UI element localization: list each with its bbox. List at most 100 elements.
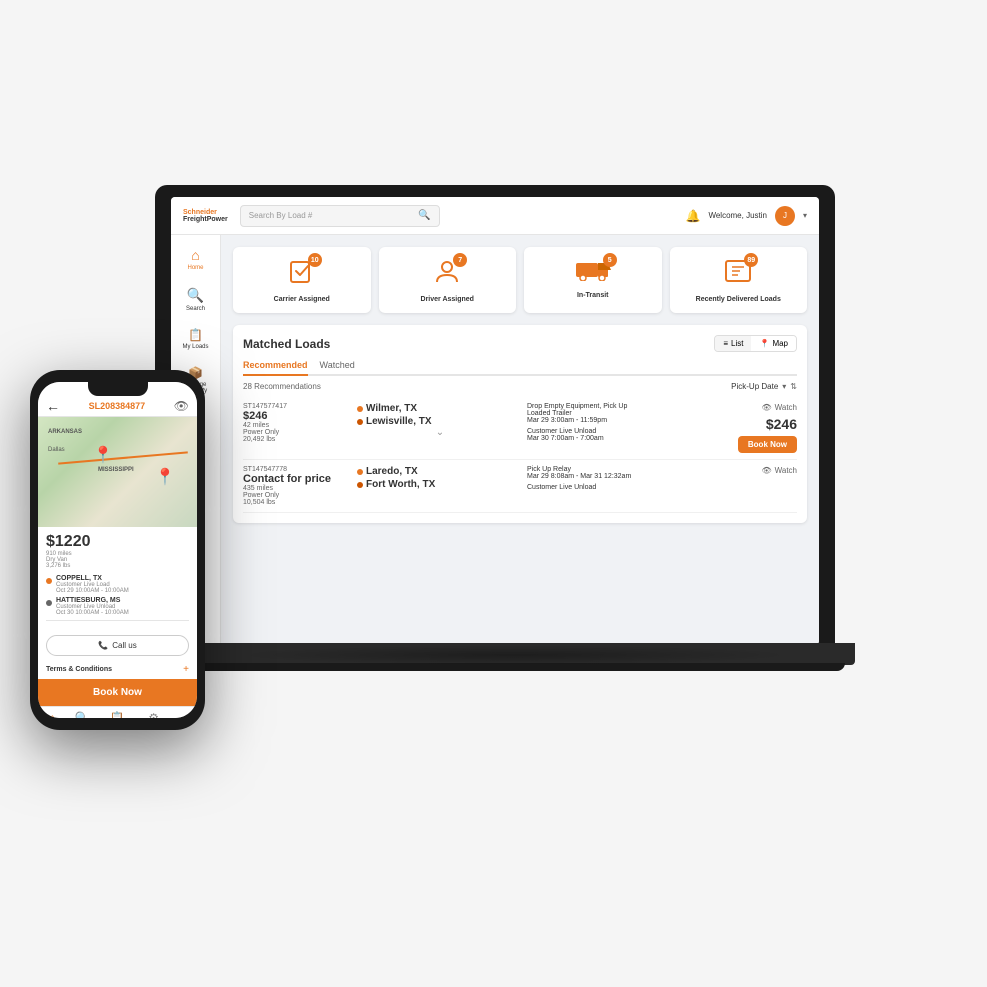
phone-load-id: SL208384877 xyxy=(89,401,146,411)
expand-icon[interactable]: ⌄ xyxy=(357,427,523,438)
map-state-label3: Dallas xyxy=(48,447,65,453)
phone-nav-myloads[interactable]: 📋 My Loads xyxy=(104,711,130,718)
myloads-icon: 📋 xyxy=(188,328,203,342)
status-card-transit[interactable]: 5 In-Transit xyxy=(524,247,662,313)
map-state-label: ARKANSAS xyxy=(48,429,82,435)
phone-price: $1220 xyxy=(46,533,91,551)
load-2-dest-row: Fort Worth, TX xyxy=(357,479,523,490)
search-icon: 🔍 xyxy=(187,287,204,304)
load-1-dest-row: Lewisville, TX xyxy=(357,416,523,427)
carrier-assigned-icon xyxy=(288,264,316,291)
load-1-deltime: Mar 30 7:00am - 7:00am xyxy=(527,435,693,442)
delivered-icon xyxy=(724,264,752,291)
tab-recommended[interactable]: Recommended xyxy=(243,360,308,376)
load-2-weight: 10,504 lbs xyxy=(243,499,353,506)
list-view-button[interactable]: ≡ List xyxy=(715,336,751,351)
expand-icon[interactable]: + xyxy=(183,664,189,675)
transit-label: In-Transit xyxy=(577,292,609,299)
sidebar-item-search[interactable]: 🔍 Search xyxy=(180,283,211,316)
stop-2-time: Oct 30 10:00AM - 10:00AM xyxy=(56,610,129,616)
nav-search-icon: 🔍 xyxy=(75,711,90,718)
sidebar-item-home[interactable]: ⌂ Home xyxy=(181,243,209,275)
carrier-label: Carrier Assigned xyxy=(274,296,330,303)
phone-nav-home[interactable]: ⌂ Home xyxy=(44,711,60,718)
laptop-screen: Schneider FreightPower Search By Load # … xyxy=(171,197,819,645)
load-1-id: ST147577417 xyxy=(243,403,353,410)
logo-fp: FreightPower xyxy=(183,216,228,223)
driver-label: Driver Assigned xyxy=(421,296,474,303)
watch-button-2[interactable]: 👁 Watch xyxy=(761,466,797,475)
stop-1-time: Oct 29 10:00AM - 10:00AM xyxy=(56,588,129,594)
eye-icon-1: 👁 xyxy=(761,403,771,412)
phone-extra: 3,276 lbs xyxy=(46,563,91,569)
load-2-dest: Fort Worth, TX xyxy=(366,479,435,490)
load-1-price-large: $246 xyxy=(766,416,797,432)
delivered-badge: 89 xyxy=(744,253,758,267)
transit-badge: 5 xyxy=(603,253,617,267)
load-1-deltype: Customer Live Unload xyxy=(527,428,693,435)
map-view-button[interactable]: 📍 Map xyxy=(751,336,796,351)
map-pin-start: 📍 xyxy=(93,445,113,465)
driver-icon-wrap: 7 xyxy=(433,257,461,292)
chevron-down-icon[interactable]: ▾ xyxy=(803,211,807,220)
watch-button-1[interactable]: 👁 Watch xyxy=(761,403,797,412)
eye-icon-2: 👁 xyxy=(761,466,771,475)
nav-myloads-icon: 📋 xyxy=(110,711,125,718)
map-label: Map xyxy=(772,339,788,348)
terms-label: Terms & Conditions xyxy=(46,666,112,673)
main-content: 10 Carrier Assigned xyxy=(221,235,819,645)
price-section: $1220 910 miles Dry Van 3,276 lbs xyxy=(46,533,91,569)
loads-title: Matched Loads xyxy=(243,337,330,351)
search-bar[interactable]: Search By Load # 🔍 xyxy=(240,205,440,227)
logo-area: Schneider FreightPower xyxy=(183,209,228,223)
loads-filter-row: 28 Recommendations Pick-Up Date ▾ ⇅ xyxy=(243,382,797,391)
map-icon: 📍 xyxy=(759,339,769,348)
home-icon: ⌂ xyxy=(191,247,199,263)
load-2-deltype: Customer Live Unload xyxy=(527,484,693,491)
route-stop-2-info: HATTIESBURG, MS Customer Live Unload Oct… xyxy=(56,597,129,616)
sidebar-label-search: Search xyxy=(186,306,205,312)
call-button[interactable]: 📞 Call us xyxy=(46,635,189,656)
load-1-actions: 👁 Watch $246 Book Now xyxy=(697,403,797,453)
phone-icon: 📞 xyxy=(98,641,108,650)
status-card-carrier[interactable]: 10 Carrier Assigned xyxy=(233,247,371,313)
pickup-label: Pick-Up Date xyxy=(731,382,778,391)
status-card-driver[interactable]: 7 Driver Assigned xyxy=(379,247,517,313)
load-1-type: Power Only xyxy=(243,429,353,436)
load-1-pickup: Mar 29 3:00am - 11:59pm xyxy=(527,417,693,424)
price-row: $1220 910 miles Dry Van 3,276 lbs xyxy=(46,533,189,569)
load-row-1: ST147577417 $246 42 miles Power Only 20,… xyxy=(243,397,797,460)
phone-nav-search[interactable]: 🔍 Search xyxy=(73,711,92,718)
book-now-button-1[interactable]: Book Now xyxy=(738,436,797,453)
phone-nav-more[interactable]: ··· More xyxy=(177,711,191,718)
load-1-dest: Lewisville, TX xyxy=(366,416,432,427)
delivered-label: Recently Delivered Loads xyxy=(696,296,781,303)
load-2-type: Power Only xyxy=(243,492,353,499)
map-state-label2: MISSISSIPPI xyxy=(98,467,134,473)
carrier-badge: 10 xyxy=(308,253,322,267)
load-2-info1: Pick Up Relay xyxy=(527,466,693,473)
bell-icon[interactable]: 🔔 xyxy=(685,209,700,223)
laptop-device: Schneider FreightPower Search By Load # … xyxy=(155,185,835,745)
load-2-miles: 435 miles xyxy=(243,485,353,492)
eye-icon[interactable]: 👁 xyxy=(174,399,189,413)
load-1-left: ST147577417 $246 42 miles Power Only 20,… xyxy=(243,403,353,443)
sidebar-item-myloads[interactable]: 📋 My Loads xyxy=(176,324,214,354)
pickup-filter[interactable]: Pick-Up Date ▾ ⇅ xyxy=(731,382,797,391)
laptop-shadow xyxy=(235,645,795,665)
load-1-info2: Loaded Trailer xyxy=(527,410,693,417)
sidebar-label-myloads: My Loads xyxy=(182,344,208,350)
status-card-delivered[interactable]: 89 Recently Delivered Loads xyxy=(670,247,808,313)
phone-book-button[interactable]: Book Now xyxy=(38,679,197,706)
carrier-icon-wrap: 10 xyxy=(288,257,316,292)
back-arrow-icon[interactable]: ← xyxy=(46,398,60,414)
tab-watched[interactable]: Watched xyxy=(320,360,355,374)
user-avatar[interactable]: J xyxy=(775,206,795,226)
filter-chevron-icon: ▾ xyxy=(782,382,786,391)
loads-header: Matched Loads ≡ List 📍 Map xyxy=(243,335,797,352)
phone-nav-manage[interactable]: ⚙ Manage xyxy=(143,711,165,718)
load-1-weight: 20,492 lbs xyxy=(243,436,353,443)
divider xyxy=(46,620,189,621)
header-right: 🔔 Welcome, Justin J ▾ xyxy=(685,206,807,226)
load-1-route: Wilmer, TX Lewisville, TX ⌄ xyxy=(357,403,523,438)
